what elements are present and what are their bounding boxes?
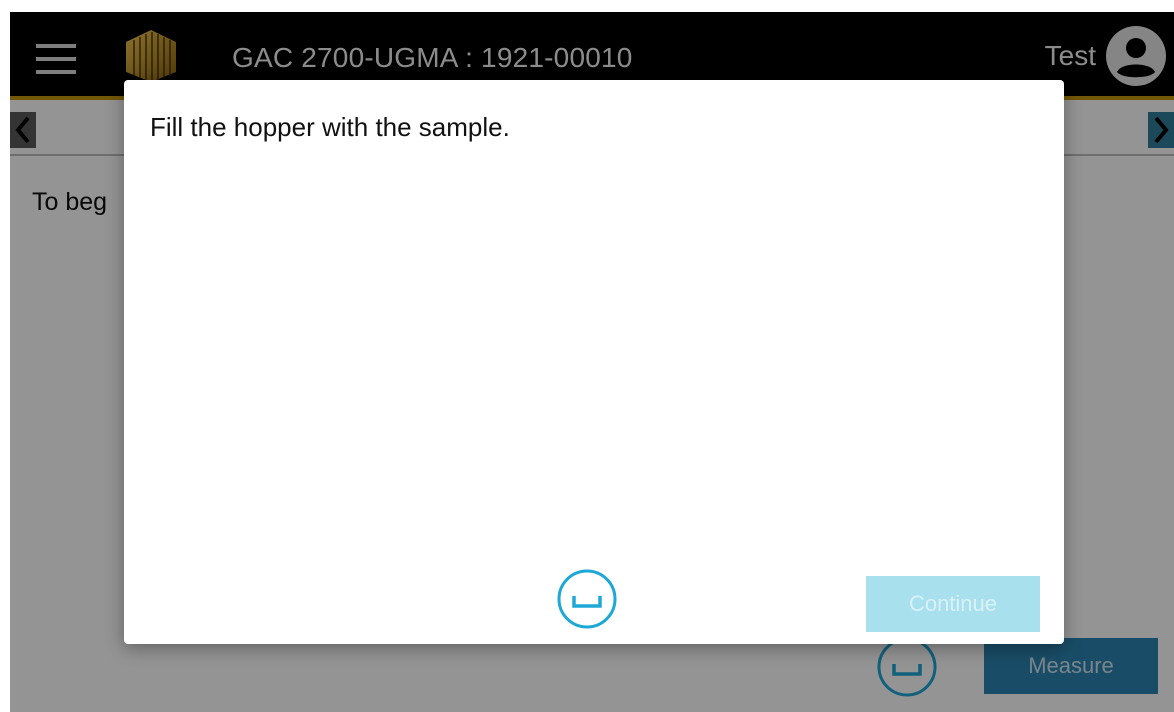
device-screen: GAC 2700-UGMA : 1921-00010 Test To beg M… — [10, 12, 1174, 712]
continue-button[interactable]: Continue — [866, 576, 1040, 632]
spacebar-icon[interactable] — [556, 568, 618, 630]
instruction-dialog: Fill the hopper with the sample. Continu… — [124, 80, 1064, 644]
dialog-message: Fill the hopper with the sample. — [150, 112, 510, 142]
